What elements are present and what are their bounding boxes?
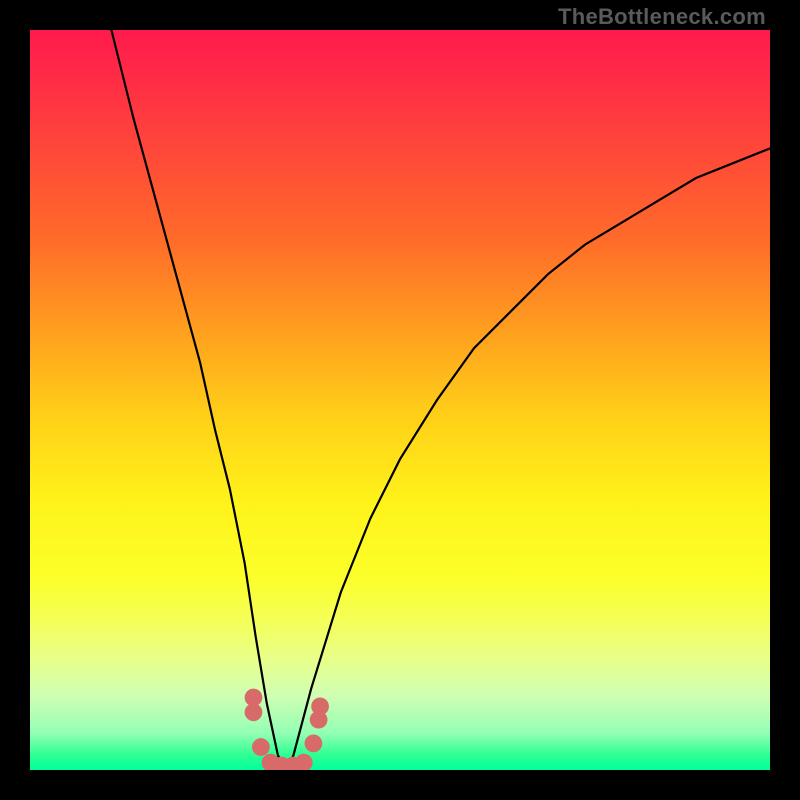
chart-svg [30, 30, 770, 770]
marker-dot [252, 738, 270, 756]
outer-frame: TheBottleneck.com [0, 0, 800, 800]
marker-dot [305, 734, 323, 752]
marker-cluster [245, 689, 329, 770]
marker-dot [245, 703, 263, 721]
bottleneck-curve [111, 30, 770, 770]
marker-dot [295, 754, 313, 770]
watermark-text: TheBottleneck.com [558, 4, 766, 30]
marker-dot [311, 697, 329, 715]
plot-area [30, 30, 770, 770]
